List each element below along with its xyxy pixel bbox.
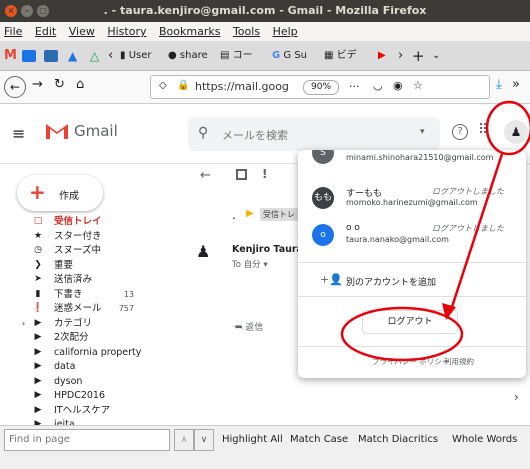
match-case-option[interactable]: Match Case: [290, 429, 348, 451]
annotation-overlay: [340, 100, 530, 362]
find-input[interactable]: Find in page: [4, 429, 170, 451]
annotation-circle-avatar: [485, 100, 530, 156]
annotation-circle-logout: [340, 306, 464, 362]
whole-words-option[interactable]: Whole Words: [452, 429, 517, 451]
annotation-arrow-line: [448, 153, 504, 314]
find-next-icon[interactable]: ∨: [194, 429, 214, 451]
match-diacritics-option[interactable]: Match Diacritics: [358, 429, 438, 451]
find-previous-icon[interactable]: ∧: [174, 429, 194, 451]
highlight-all-option[interactable]: Highlight All: [222, 429, 283, 451]
find-bar: Find in page ∧ ∨ Highlight All Match Cas…: [0, 425, 530, 469]
